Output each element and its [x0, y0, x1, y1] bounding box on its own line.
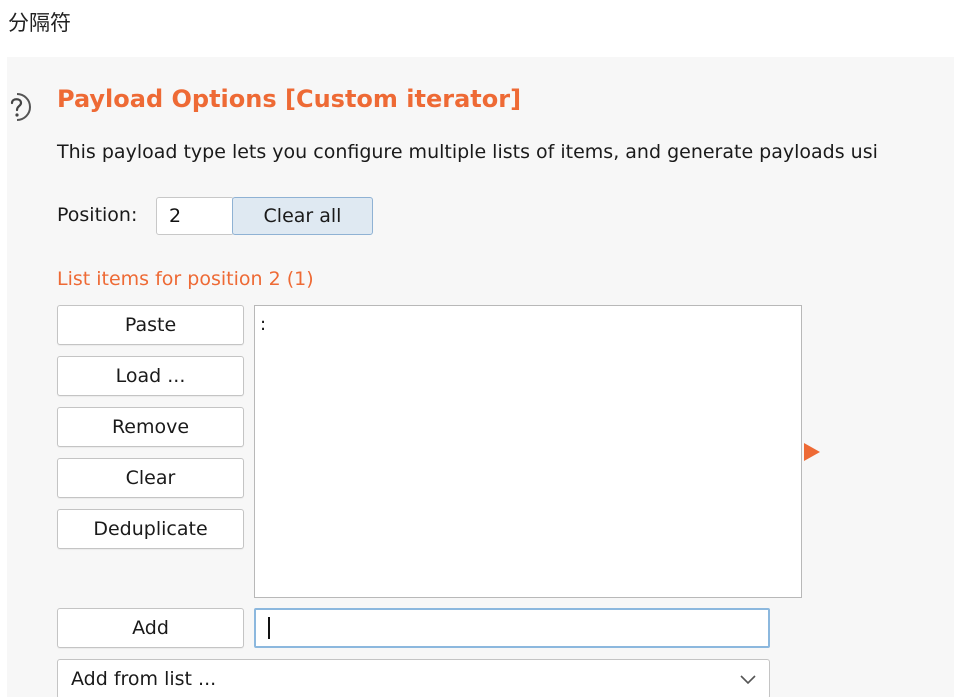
section-description: This payload type lets you configure mul…: [57, 141, 878, 163]
clear-all-button[interactable]: Clear all: [232, 197, 373, 235]
text-cursor: [268, 617, 270, 639]
deduplicate-button[interactable]: Deduplicate: [57, 509, 244, 549]
page-caption: 分隔符: [8, 11, 71, 35]
add-from-list-dropdown[interactable]: Add from list ...: [57, 659, 770, 697]
add-from-list-label: Add from list ...: [71, 668, 217, 690]
list-items-box[interactable]: :: [254, 305, 802, 598]
list-item[interactable]: :: [260, 314, 266, 335]
add-button[interactable]: Add: [57, 608, 244, 648]
section-title: Payload Options [Custom iterator]: [57, 85, 522, 113]
clear-button[interactable]: Clear: [57, 458, 244, 498]
payload-options-panel: Payload Options [Custom iterator] This p…: [7, 57, 954, 697]
remove-button[interactable]: Remove: [57, 407, 244, 447]
load-button[interactable]: Load ...: [57, 356, 244, 396]
position-spinner[interactable]: 2: [156, 197, 234, 235]
position-label: Position:: [57, 204, 138, 226]
help-question-icon[interactable]: [7, 91, 31, 123]
paste-button[interactable]: Paste: [57, 305, 244, 345]
list-items-heading: List items for position 2 (1): [57, 268, 314, 290]
triangle-right-icon[interactable]: [804, 443, 820, 461]
chevron-down-icon: [740, 675, 756, 685]
add-item-input[interactable]: [254, 608, 770, 648]
